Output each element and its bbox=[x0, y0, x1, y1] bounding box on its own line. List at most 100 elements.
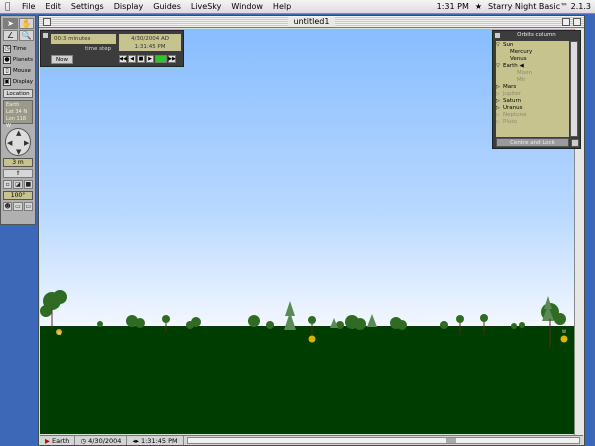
angle-tool-icon[interactable]: ∠ bbox=[3, 30, 18, 41]
palette-mouse[interactable]: ▯ Mouse bbox=[3, 65, 33, 76]
date-time-display[interactable]: 4/30/2004 AD 1:31:45 PM bbox=[119, 34, 181, 51]
menu-bar:  File Edit Settings Display Guides Live… bbox=[0, 0, 595, 14]
display-icon: ▣ bbox=[3, 77, 11, 86]
orbits-list-item[interactable]: ▷ Neptune bbox=[496, 112, 569, 119]
status-location[interactable]: ▶ Earth bbox=[40, 436, 76, 445]
window-title-bar[interactable]: untitled1 bbox=[39, 16, 584, 28]
now-button[interactable]: Now bbox=[51, 55, 73, 64]
zoom-in-icon[interactable]: ■ bbox=[23, 180, 33, 189]
date-value: 4/30/2004 AD bbox=[131, 36, 169, 42]
location-button[interactable]: Location bbox=[3, 89, 33, 98]
down-arrow-icon[interactable]: ▼ bbox=[16, 148, 21, 156]
disclosure-triangle-icon[interactable]: ▷ bbox=[496, 91, 503, 98]
viewer-icon[interactable]: ☻ bbox=[3, 202, 13, 211]
zoom-tool-icon[interactable]: 🔍 bbox=[19, 30, 34, 41]
status-date[interactable]: ◷ 4/30/2004 bbox=[75, 436, 128, 445]
orbits-item-label: Earth ◀ bbox=[503, 63, 524, 69]
menu-livesky[interactable]: LiveSky bbox=[186, 2, 227, 11]
disclosure-triangle-icon[interactable]: ▷ bbox=[496, 98, 503, 105]
step-back-icon[interactable]: ◀ bbox=[128, 55, 136, 63]
orbits-close-icon[interactable] bbox=[495, 33, 500, 38]
orbits-list-item[interactable]: ▷ Pluto bbox=[496, 119, 569, 126]
disclosure-triangle-icon[interactable]: ▷ bbox=[496, 84, 503, 91]
orbits-title: Orbits column bbox=[517, 32, 556, 38]
orbits-item-label: Venus bbox=[510, 56, 527, 62]
disclosure-triangle-icon[interactable]: ▷ bbox=[496, 119, 503, 126]
flag-icon: ▶ bbox=[45, 436, 50, 445]
window-title: untitled1 bbox=[287, 17, 336, 27]
orbits-list-item[interactable]: ▽ Earth ◀ bbox=[496, 63, 569, 70]
orbits-list-item[interactable]: ▷ Jupiter bbox=[496, 91, 569, 98]
horizon-marker-north: N bbox=[58, 331, 61, 336]
realtime-icon[interactable] bbox=[155, 55, 167, 63]
app-menu-label[interactable]: Starry Night Basic™ 2.1.3 bbox=[488, 2, 591, 11]
time-value: 1:31:45 PM bbox=[134, 44, 166, 50]
palette-display[interactable]: ▣ Display bbox=[3, 76, 33, 87]
fov-readout: 100° bbox=[3, 191, 33, 200]
up-arrow-icon[interactable]: ▲ bbox=[16, 129, 21, 137]
palette-time[interactable]: ◷ Time bbox=[3, 43, 33, 54]
direction-pad[interactable]: ▲ ◀ ▶ ▼ bbox=[5, 128, 31, 156]
hand-tool-icon[interactable]: ✋ bbox=[19, 18, 34, 29]
menu-guides[interactable]: Guides bbox=[148, 2, 186, 11]
time-step-field[interactable]: 00:3 minutes bbox=[51, 34, 116, 44]
disclosure-triangle-icon[interactable]: ▽ bbox=[496, 42, 503, 49]
orbits-list-item[interactable]: ▽ Sun bbox=[496, 42, 569, 49]
disclosure-triangle-icon[interactable]: ▷ bbox=[496, 105, 503, 112]
arrow-tool-icon[interactable]: ➤ bbox=[3, 18, 18, 29]
palette-planets-label: Planets bbox=[12, 56, 33, 63]
orbits-grow-icon[interactable] bbox=[571, 139, 579, 147]
menu-edit[interactable]: Edit bbox=[40, 2, 66, 11]
app-menu-icon[interactable]: ★ bbox=[475, 2, 482, 11]
zoom-mid-icon[interactable]: ◪ bbox=[13, 180, 23, 189]
orbits-item-label: Pluto bbox=[503, 119, 517, 125]
horizontal-scrollbar[interactable] bbox=[186, 437, 580, 444]
menu-display[interactable]: Display bbox=[109, 2, 149, 11]
orbits-scrollbar[interactable] bbox=[570, 41, 578, 137]
orbits-item-label: Mercury bbox=[510, 49, 533, 55]
stop-icon[interactable]: ■ bbox=[137, 55, 145, 63]
disclosure-triangle-icon[interactable]: ▽ bbox=[496, 63, 503, 70]
status-location-label: Earth bbox=[52, 436, 70, 445]
time-palette-close-icon[interactable] bbox=[43, 33, 48, 38]
elevation-up-icon[interactable]: ⇑ bbox=[3, 169, 33, 178]
apple-menu-icon[interactable]:  bbox=[5, 2, 17, 12]
rewind-icon[interactable]: ◀◀ bbox=[119, 55, 127, 63]
close-box-icon[interactable] bbox=[43, 18, 51, 26]
orbits-item-label: Neptune bbox=[503, 112, 527, 118]
window-large-icon[interactable]: ▭ bbox=[23, 202, 33, 211]
play-icon[interactable]: ▶ bbox=[146, 55, 154, 63]
orbits-item-label: Uranus bbox=[503, 105, 523, 111]
window-small-icon[interactable]: ▭ bbox=[13, 202, 23, 211]
centre-and-lock-button[interactable]: Centre and Lock bbox=[496, 138, 569, 147]
orbits-list-item[interactable]: ▷ Mars bbox=[496, 84, 569, 91]
fast-forward-icon[interactable]: ▶▶ bbox=[168, 55, 176, 63]
tool-palette: ➤ ✋ ∠ 🔍 ◷ Time ● Planets ▯ Mouse ▣ Display L… bbox=[0, 15, 36, 225]
menu-settings[interactable]: Settings bbox=[66, 2, 109, 11]
orbits-list-item[interactable]: ▷ Uranus bbox=[496, 105, 569, 112]
right-arrow-icon[interactable]: ▶ bbox=[24, 139, 29, 147]
collapse-box-icon[interactable] bbox=[573, 18, 581, 26]
orbits-list-item[interactable]: Moon bbox=[496, 70, 569, 77]
scroll-thumb[interactable] bbox=[445, 438, 456, 443]
zoom-out-icon[interactable]: ▫ bbox=[3, 180, 13, 189]
orbits-list-item[interactable]: ▷ Saturn bbox=[496, 98, 569, 105]
orbits-item-label: Sun bbox=[503, 42, 514, 48]
menu-file[interactable]: File bbox=[17, 2, 40, 11]
orbits-list-item[interactable]: Venus bbox=[496, 56, 569, 63]
mouse-icon: ▯ bbox=[3, 66, 11, 75]
status-time[interactable]: ◂▸ 1:31:45 PM bbox=[127, 436, 184, 445]
time-controls: ◀◀ ◀ ■ ▶ ▶▶ bbox=[119, 55, 176, 63]
zoom-box-icon[interactable] bbox=[562, 18, 570, 26]
orbits-list-item[interactable]: Mercury bbox=[496, 49, 569, 56]
left-arrow-icon[interactable]: ◀ bbox=[7, 139, 12, 147]
orbits-list-item[interactable]: Mir bbox=[496, 77, 569, 84]
palette-planets[interactable]: ● Planets bbox=[3, 54, 33, 65]
orbits-item-label: Mars bbox=[503, 84, 517, 90]
location-place: Earth bbox=[6, 102, 20, 108]
menu-window[interactable]: Window bbox=[226, 2, 268, 11]
menu-help[interactable]: Help bbox=[268, 2, 296, 11]
menubar-clock[interactable]: 1:31 PM bbox=[437, 2, 469, 11]
palette-time-label: Time bbox=[13, 45, 27, 52]
disclosure-triangle-icon[interactable]: ▷ bbox=[496, 112, 503, 119]
